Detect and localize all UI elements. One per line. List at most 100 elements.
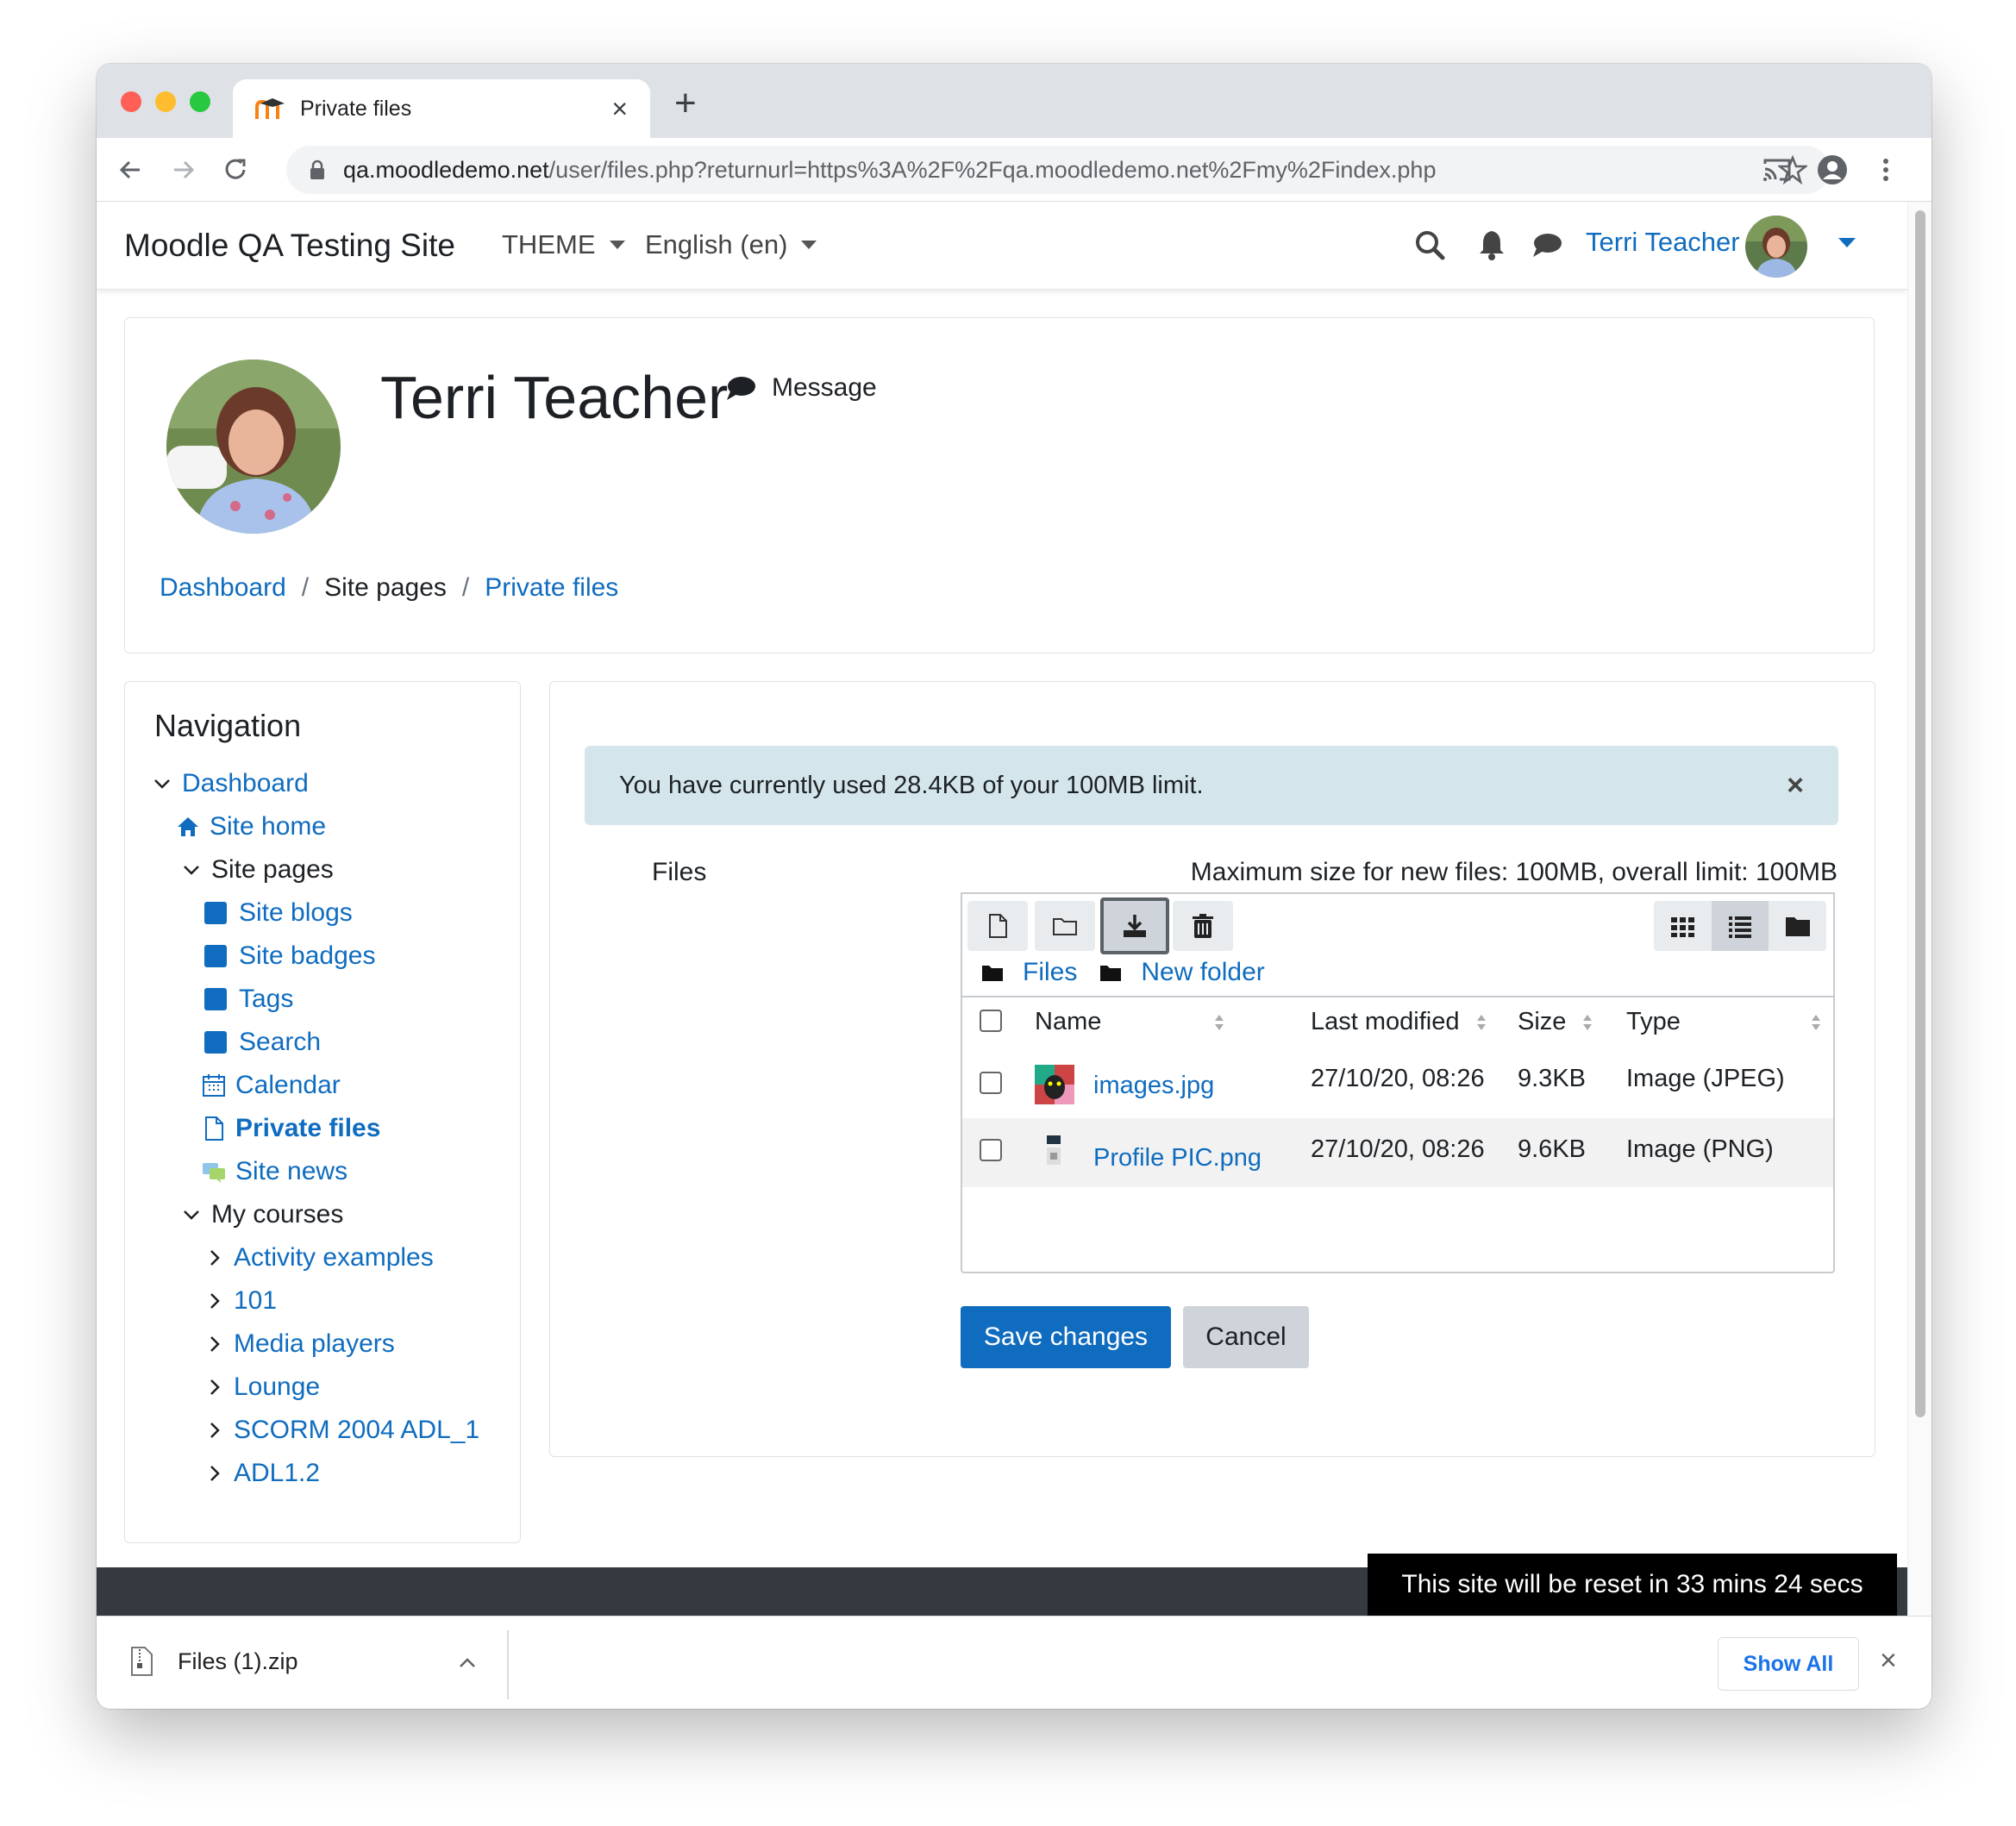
nav-label: Dashboard [182, 769, 309, 797]
nav-item-course[interactable]: 101 [204, 1284, 277, 1318]
add-file-icon [989, 914, 1007, 938]
nav-item-site-home[interactable]: Site home [175, 810, 326, 844]
add-file-button[interactable] [967, 901, 1028, 951]
page-scrollbar[interactable] [1907, 202, 1931, 1616]
column-label: Last modified [1311, 1008, 1460, 1035]
delete-button[interactable] [1173, 901, 1233, 951]
show-all-button[interactable]: Show All [1718, 1637, 1859, 1691]
breadcrumb-site-pages: Site pages [324, 573, 447, 602]
download-file-name: Files (1).zip [178, 1648, 298, 1674]
nav-item-calendar[interactable]: Calendar [201, 1068, 341, 1103]
nav-label: ADL1.2 [234, 1459, 321, 1487]
messages-bubble-icon[interactable] [1530, 228, 1564, 262]
url-text: qa.moodledemo.net/user/files.php?returnu… [343, 156, 1437, 183]
alert-close-icon[interactable]: × [1787, 769, 1804, 803]
page-header: Terri Teacher Message Dashboard / Site p… [124, 317, 1875, 653]
list-view-button[interactable] [1711, 901, 1769, 951]
nav-item-my-courses[interactable]: My courses [182, 1198, 343, 1232]
nav-label: 101 [234, 1286, 278, 1315]
reload-icon[interactable] [219, 153, 252, 186]
nav-item-course[interactable]: SCORM 2004 ADL_1 [204, 1413, 479, 1448]
nav-label: SCORM 2004 ADL_1 [234, 1416, 480, 1444]
profile-account-icon[interactable] [1816, 153, 1849, 186]
nav-item-site-pages[interactable]: Site pages [182, 853, 334, 887]
lock-icon [310, 159, 324, 179]
user-menu-caret-icon[interactable] [1838, 238, 1856, 247]
chevron-up-icon[interactable] [457, 1653, 478, 1673]
zoom-window-button[interactable] [190, 91, 210, 112]
minimize-window-button[interactable] [155, 91, 176, 112]
cancel-button[interactable]: Cancel [1183, 1306, 1309, 1368]
profile-picture [166, 360, 341, 534]
list-view-icon [1729, 916, 1751, 938]
file-name-link[interactable]: images.jpg [1093, 1072, 1214, 1100]
back-arrow-icon[interactable] [114, 153, 147, 186]
nav-item-dashboard[interactable]: Dashboard [153, 766, 309, 801]
nav-item-site-news[interactable]: Site news [201, 1154, 347, 1189]
nav-item-site-badges[interactable]: Site badges [204, 939, 375, 973]
site-brand[interactable]: Moodle QA Testing Site [124, 228, 455, 264]
nav-item-tags[interactable]: Tags [204, 982, 293, 1016]
sort-icon [1215, 1014, 1224, 1030]
column-header-type[interactable]: Type [1626, 1008, 1822, 1036]
search-icon[interactable] [1412, 228, 1447, 262]
download-item[interactable]: Files (1).zip [129, 1646, 298, 1677]
download-icon [1124, 915, 1146, 937]
tab-close-icon[interactable]: × [611, 95, 628, 122]
nav-item-site-blogs[interactable]: Site blogs [204, 896, 353, 930]
notifications-bell-icon[interactable] [1474, 228, 1509, 262]
create-folder-button[interactable] [1035, 901, 1095, 951]
close-window-button[interactable] [121, 91, 141, 112]
breadcrumb-private-files[interactable]: Private files [485, 573, 618, 603]
chevron-right-icon [210, 1250, 220, 1266]
user-avatar[interactable] [1745, 216, 1807, 278]
nav-item-course[interactable]: Lounge [204, 1370, 320, 1404]
forward-arrow-icon[interactable] [167, 153, 200, 186]
tab-title: Private files [300, 96, 412, 121]
download-button[interactable] [1100, 897, 1169, 954]
browser-toolbar: qa.moodledemo.net/user/files.php?returnu… [97, 138, 1931, 202]
file-manager-toolbar: Files New folder [961, 892, 1835, 997]
table-row[interactable]: images.jpg 27/10/20, 08:26 9.3KB Image (… [962, 1049, 1833, 1118]
view-switcher [1654, 901, 1826, 951]
theme-dropdown[interactable]: THEME [502, 229, 625, 260]
message-link[interactable]: Message [725, 373, 877, 403]
scrollbar-thumb[interactable] [1915, 210, 1925, 1417]
column-header-size[interactable]: Size [1518, 1008, 1593, 1036]
column-header-last-modified[interactable]: Last modified [1311, 1008, 1487, 1036]
new-tab-button[interactable]: + [674, 84, 697, 122]
user-menu-name[interactable]: Terri Teacher [1586, 227, 1740, 258]
nav-item-course[interactable]: Media players [204, 1327, 395, 1361]
chrome-menu-icon[interactable] [1869, 153, 1902, 186]
select-all-checkbox[interactable] [980, 1010, 1002, 1032]
close-shelf-icon[interactable]: × [1880, 1646, 1897, 1675]
navigation-title: Navigation [154, 708, 302, 743]
path-new-folder-link[interactable]: New folder [1141, 958, 1264, 987]
table-row[interactable]: Profile PIC.png 27/10/20, 08:26 9.6KB Im… [962, 1118, 1833, 1187]
nav-item-course[interactable]: ADL1.2 [204, 1456, 320, 1491]
breadcrumb: Dashboard / Site pages / Private files [160, 573, 618, 603]
language-dropdown[interactable]: English (en) [645, 229, 817, 260]
address-bar[interactable]: qa.moodledemo.net/user/files.php?returnu… [286, 146, 1830, 194]
path-files-link[interactable]: Files [1023, 958, 1077, 987]
nav-item-private-files[interactable]: Private files [201, 1111, 380, 1146]
nav-item-search[interactable]: Search [204, 1025, 321, 1060]
breadcrumb-dashboard[interactable]: Dashboard [160, 573, 286, 603]
nav-item-course[interactable]: Activity examples [204, 1241, 434, 1275]
column-header-name[interactable]: Name [1035, 1008, 1225, 1036]
browser-tab[interactable]: Private files × [233, 79, 650, 138]
tree-view-button[interactable] [1769, 901, 1826, 951]
row-checkbox[interactable] [980, 1072, 1002, 1094]
row-checkbox[interactable] [980, 1139, 1002, 1161]
icons-view-button[interactable] [1654, 901, 1712, 951]
file-size: 9.6KB [1518, 1135, 1586, 1163]
cast-icon[interactable] [1761, 153, 1794, 186]
nav-label: Site pages [211, 855, 334, 884]
file-size: 9.3KB [1518, 1065, 1586, 1092]
breadcrumb-separator: / [461, 573, 470, 602]
chevron-right-icon [210, 1336, 220, 1352]
file-name-link[interactable]: Profile PIC.png [1093, 1144, 1262, 1173]
nav-label: Search [239, 1028, 322, 1056]
save-changes-button[interactable]: Save changes [961, 1306, 1171, 1368]
nav-label: Site news [235, 1157, 348, 1185]
